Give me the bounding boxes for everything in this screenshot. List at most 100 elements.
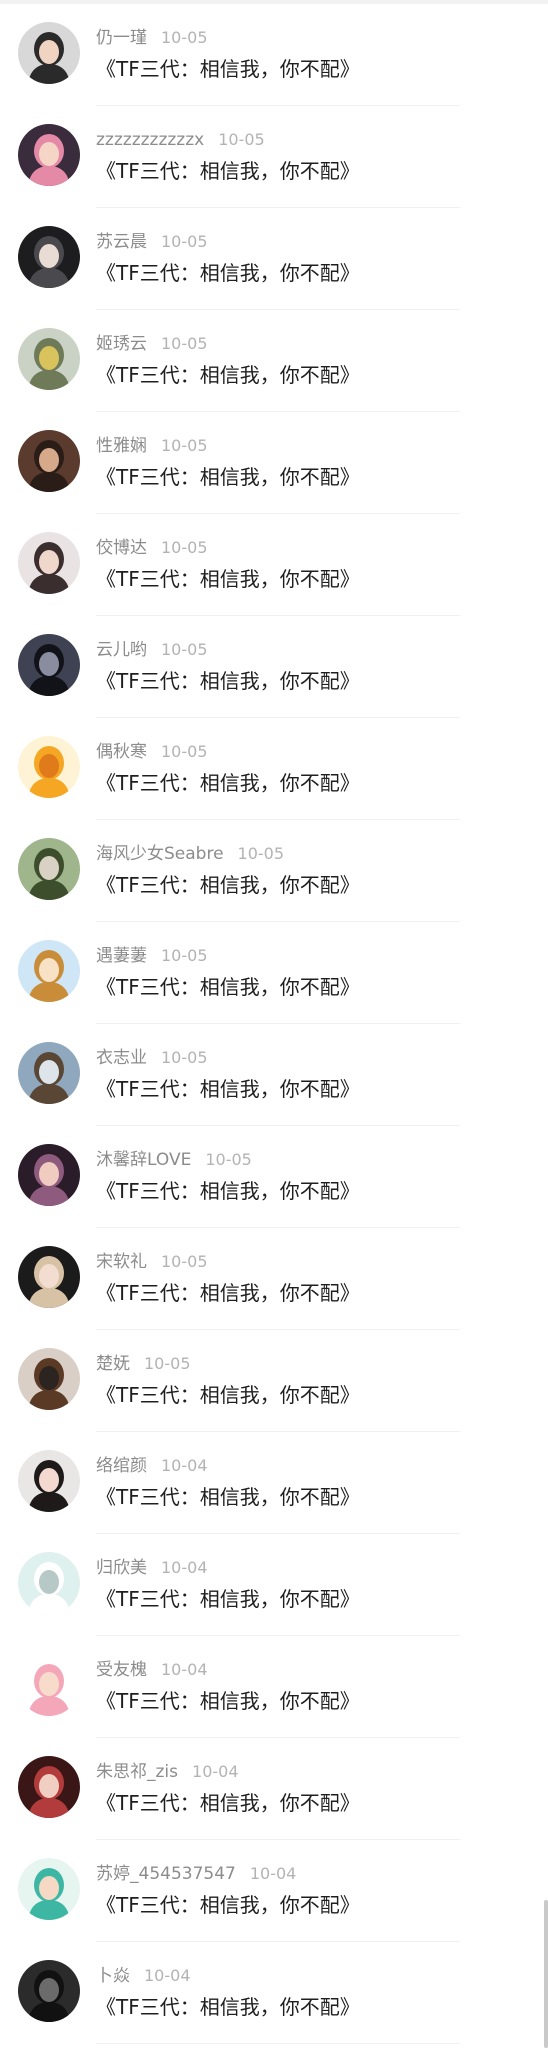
list-item[interactable]: 沐馨辞LOVE 10-05 《TF三代：相信我，你不配》 [0, 1126, 548, 1228]
username[interactable]: 络绾颜 [96, 1456, 147, 1476]
username[interactable]: 归欣美 [96, 1558, 147, 1578]
avatar-girl-light-icon[interactable] [18, 532, 80, 594]
username[interactable]: 受友槐 [96, 1660, 147, 1680]
list-item[interactable]: 受友槐 10-04 《TF三代：相信我，你不配》 [0, 1636, 548, 1738]
comment-text: 《TF三代：相信我，你不配》 [96, 873, 360, 897]
username[interactable]: 苏婷_454537547 [96, 1864, 236, 1884]
comment-text: 《TF三代：相信我，你不配》 [96, 363, 360, 387]
list-item[interactable]: 宋软礼 10-05 《TF三代：相信我，你不配》 [0, 1228, 548, 1330]
list-item[interactable]: 络绾颜 10-04 《TF三代：相信我，你不配》 [0, 1432, 548, 1534]
comment-date: 10-04 [161, 1558, 208, 1577]
list-item[interactable]: 卜焱 10-04 《TF三代：相信我，你不配》 [0, 1942, 548, 2044]
list-item[interactable]: 佼博达 10-05 《TF三代：相信我，你不配》 [0, 514, 548, 616]
comment-meta: zzzzzzzzzzzx 10-05 [96, 128, 265, 152]
username[interactable]: 姬琇云 [96, 334, 147, 354]
avatar-cartoon-orange-icon[interactable] [18, 736, 80, 798]
avatar-blonde-portrait-icon[interactable] [18, 1246, 80, 1308]
username[interactable]: 苏云晨 [96, 232, 147, 252]
avatar-cartoon-girl-blue-icon[interactable] [18, 940, 80, 1002]
comment-meta: 海风少女Seabre 10-05 [96, 842, 284, 866]
list-item[interactable]: 偶秋寒 10-05 《TF三代：相信我，你不配》 [0, 718, 548, 820]
avatar-cartoon-girl-teal-icon[interactable] [18, 1858, 80, 1920]
comment-text: 《TF三代：相信我，你不配》 [96, 159, 360, 183]
list-item[interactable]: 仍一瑾 10-05 《TF三代：相信我，你不配》 [0, 4, 548, 106]
username[interactable]: 楚妩 [96, 1354, 130, 1374]
divider [96, 2043, 460, 2044]
comment-date: 10-04 [249, 1864, 297, 1883]
list-item[interactable]: 海风少女Seabre 10-05 《TF三代：相信我，你不配》 [0, 820, 548, 922]
comment-meta: 姬琇云 10-05 [96, 332, 208, 356]
comment-list: 仍一瑾 10-05 《TF三代：相信我，你不配》 zzzzzzzzzzzx 10-05… [0, 4, 548, 2044]
comment-text: 《TF三代：相信我，你不配》 [96, 1791, 360, 1815]
avatar-field-girl-icon[interactable] [18, 838, 80, 900]
username[interactable]: 仍一瑾 [96, 28, 147, 48]
avatar-boy-dark-icon[interactable] [18, 22, 80, 84]
comment-date: 10-05 [161, 436, 208, 455]
username[interactable]: 佼博达 [96, 538, 147, 558]
avatar-silhouette-night-icon[interactable] [18, 634, 80, 696]
comment-date: 10-05 [237, 844, 285, 863]
list-item[interactable]: 苏婷_454537547 10-04 《TF三代：相信我，你不配》 [0, 1840, 548, 1942]
list-item[interactable]: 姬琇云 10-05 《TF三代：相信我，你不配》 [0, 310, 548, 412]
comment-date: 10-05 [161, 28, 208, 47]
avatar-anime-dark-icon[interactable] [18, 1144, 80, 1206]
comment-text: 《TF三代：相信我，你不配》 [96, 57, 360, 81]
username[interactable]: 衣志业 [96, 1048, 147, 1068]
comment-date: 10-05 [218, 130, 265, 149]
username[interactable]: 性雅娴 [96, 436, 147, 456]
list-item[interactable]: 衣志业 10-05 《TF三代：相信我，你不配》 [0, 1024, 548, 1126]
comment-date: 10-05 [161, 742, 208, 761]
comment-text: 《TF三代：相信我，你不配》 [96, 1893, 360, 1917]
avatar-black-hat-icon[interactable] [18, 1960, 80, 2022]
avatar-white-bear-icon[interactable] [18, 1552, 80, 1614]
comment-meta: 楚妩 10-05 [96, 1352, 191, 1376]
comment-meta: 朱思祁_zis 10-04 [96, 1760, 239, 1784]
list-item[interactable]: 苏云晨 10-05 《TF三代：相信我，你不配》 [0, 208, 548, 310]
comment-meta: 佼博达 10-05 [96, 536, 208, 560]
username[interactable]: 海风少女Seabre [96, 844, 224, 864]
avatar-anime-girl-pink-icon[interactable] [18, 124, 80, 186]
list-item[interactable]: 云儿哟 10-05 《TF三代：相信我，你不配》 [0, 616, 548, 718]
avatar-cat-sea-icon[interactable] [18, 1042, 80, 1104]
username[interactable]: 卜焱 [96, 1966, 130, 1986]
list-item[interactable]: 性雅娴 10-05 《TF三代：相信我，你不配》 [0, 412, 548, 514]
comment-text: 《TF三代：相信我，你不配》 [96, 465, 360, 489]
comment-text: 《TF三代：相信我，你不配》 [96, 669, 360, 693]
avatar-cartoon-nurse-icon[interactable] [18, 1654, 80, 1716]
comment-meta: 络绾颜 10-04 [96, 1454, 208, 1478]
scrollbar[interactable] [544, 1900, 548, 2048]
list-item[interactable]: 遇萋萋 10-05 《TF三代：相信我，你不配》 [0, 922, 548, 1024]
username[interactable]: zzzzzzzzzzzx [96, 130, 204, 150]
username[interactable]: 偶秋寒 [96, 742, 147, 762]
comment-meta: 苏云晨 10-05 [96, 230, 208, 254]
comment-text: 《TF三代：相信我，你不配》 [96, 771, 360, 795]
avatar-red-portrait-icon[interactable] [18, 1756, 80, 1818]
comment-meta: 卜焱 10-04 [96, 1964, 191, 1988]
comment-text: 《TF三代：相信我，你不配》 [96, 1281, 360, 1305]
username[interactable]: 遇萋萋 [96, 946, 147, 966]
avatar-dark-portrait-icon[interactable] [18, 226, 80, 288]
list-item[interactable]: zzzzzzzzzzzx 10-05 《TF三代：相信我，你不配》 [0, 106, 548, 208]
list-item[interactable]: 楚妩 10-05 《TF三代：相信我，你不配》 [0, 1330, 548, 1432]
comment-date: 10-04 [161, 1456, 208, 1475]
comment-text: 《TF三代：相信我，你不配》 [96, 261, 360, 285]
comment-text: 《TF三代：相信我，你不配》 [96, 567, 360, 591]
avatar-violin-girl-icon[interactable] [18, 1348, 80, 1410]
username[interactable]: 朱思祁_zis [96, 1762, 178, 1782]
comment-text: 《TF三代：相信我，你不配》 [96, 1485, 360, 1509]
comment-date: 10-05 [205, 1150, 252, 1169]
comment-date: 10-04 [144, 1966, 191, 1985]
username[interactable]: 沐馨辞LOVE [96, 1150, 191, 1170]
comment-date: 10-04 [192, 1762, 239, 1781]
list-item[interactable]: 朱思祁_zis 10-04 《TF三代：相信我，你不配》 [0, 1738, 548, 1840]
list-item[interactable]: 归欣美 10-04 《TF三代：相信我，你不配》 [0, 1534, 548, 1636]
comment-text: 《TF三代：相信我，你不配》 [96, 975, 360, 999]
comment-text: 《TF三代：相信我，你不配》 [96, 1383, 360, 1407]
comment-text: 《TF三代：相信我，你不配》 [96, 1077, 360, 1101]
avatar-sunglasses-girl-icon[interactable] [18, 430, 80, 492]
comment-date: 10-04 [161, 1660, 208, 1679]
username[interactable]: 宋软礼 [96, 1252, 147, 1272]
avatar-longhair-girl-icon[interactable] [18, 1450, 80, 1512]
username[interactable]: 云儿哟 [96, 640, 147, 660]
avatar-landscape-tree-icon[interactable] [18, 328, 80, 390]
